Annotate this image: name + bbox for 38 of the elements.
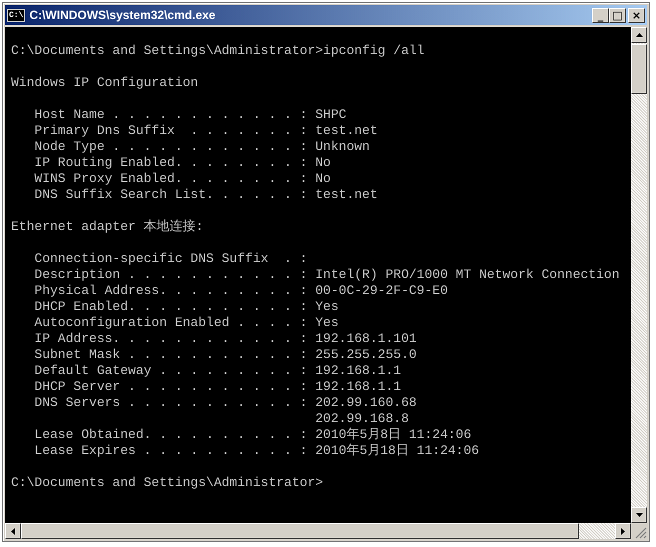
console-line: Host Name . . . . . . . . . . . . : SHPC <box>33 107 348 123</box>
scroll-right-button[interactable] <box>615 523 631 539</box>
scroll-left-button[interactable] <box>5 523 21 539</box>
console-line: Autoconfiguration Enabled . . . . : Yes <box>33 315 340 331</box>
console-line: DNS Suffix Search List. . . . . . : test.net <box>33 187 379 203</box>
console-icon: C:\ <box>7 8 26 22</box>
scrollbar-thumb[interactable] <box>631 44 647 94</box>
vertical-scrollbar[interactable] <box>631 27 647 523</box>
console-line: WINS Proxy Enabled. . . . . . . . : No <box>33 171 332 187</box>
console-line: Lease Obtained. . . . . . . . . . : 2010年5月8日 11:24:06 <box>33 427 472 443</box>
scroll-down-button[interactable] <box>631 507 647 523</box>
minimize-button[interactable]: _ <box>592 8 609 22</box>
console-line: Primary Dns Suffix . . . . . . . : test.net <box>33 123 379 139</box>
console-line: Physical Address. . . . . . . . . : 00-0C-29-2F-C9-E0 <box>33 283 449 299</box>
console-line: C:\Documents and Settings\Administrator>ipconfig /all <box>11 43 426 59</box>
window-title: C:\WINDOWS\system32\cmd.exe <box>29 8 216 22</box>
console-line: 202.99.168.8 <box>314 411 410 427</box>
console-line: DNS Servers . . . . . . . . . . . : 202.99.160.68 <box>33 395 418 411</box>
console-line: Connection-specific DNS Suffix . : <box>33 251 308 267</box>
console-line: Lease Expires . . . . . . . . . . : 2010年5月18日 11:24:06 <box>33 443 480 459</box>
console-line: C:\Documents and Settings\Administrator> <box>11 475 324 491</box>
up-arrow-icon <box>636 33 642 37</box>
console-line: IP Routing Enabled. . . . . . . . : No <box>33 155 332 171</box>
right-arrow-icon <box>621 528 625 534</box>
close-button[interactable]: × <box>628 8 645 22</box>
scroll-up-button[interactable] <box>631 27 647 43</box>
maximize-button[interactable]: □ <box>609 8 626 22</box>
console-line: Description . . . . . . . . . . . : Intel(R) PRO/1000 MT Network Connection <box>33 267 620 283</box>
left-arrow-icon <box>11 528 15 534</box>
console-line: Node Type . . . . . . . . . . . . : Unknown <box>33 139 371 155</box>
console-line: Subnet Mask . . . . . . . . . . . : 255.255.255.0 <box>33 347 418 363</box>
console-line: DHCP Enabled. . . . . . . . . . . : Yes <box>33 299 340 315</box>
console-line: Ethernet adapter 本地连接: <box>11 219 204 235</box>
down-arrow-icon <box>636 513 642 517</box>
console-line: DHCP Server . . . . . . . . . . . : 192.168.1.1 <box>33 379 402 395</box>
console-line: Windows IP Configuration <box>11 75 200 91</box>
console-line: IP Address. . . . . . . . . . . . : 192.168.1.101 <box>33 331 418 347</box>
console-line: Default Gateway . . . . . . . . . : 192.168.1.1 <box>33 363 402 379</box>
